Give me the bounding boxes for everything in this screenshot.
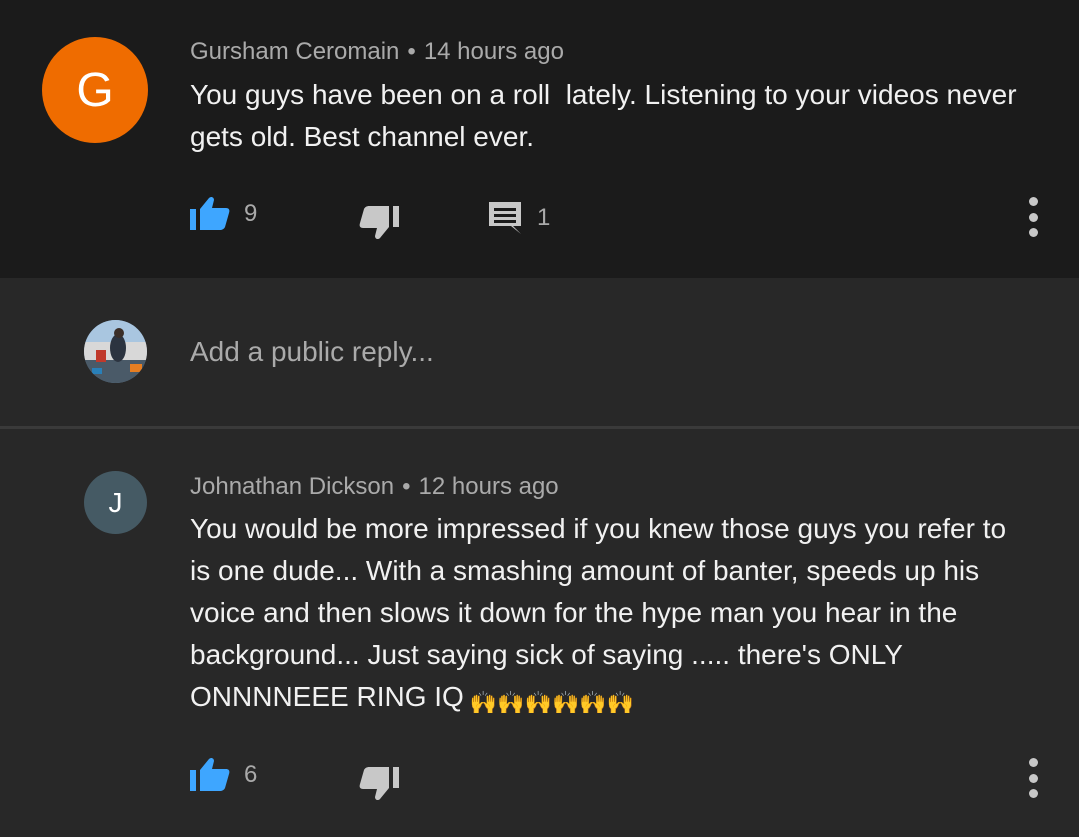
raising-hands-emoji: 🙌🙌🙌🙌🙌🙌	[469, 690, 635, 715]
avatar[interactable]: J	[84, 471, 147, 534]
comment-meta: Gursham Ceromain • 14 hours ago	[190, 38, 564, 66]
more-vert-icon[interactable]	[1027, 758, 1039, 798]
comment-time: 14 hours ago	[423, 38, 564, 65]
comment-text: You would be more impressed if you knew …	[190, 508, 1050, 724]
meta-separator: •	[407, 38, 416, 65]
dislike-button[interactable]	[358, 204, 400, 240]
dislike-button[interactable]	[358, 765, 400, 801]
comment-1: G Gursham Ceromain • 14 hours ago You guys…	[0, 0, 1079, 278]
reply-box[interactable]: Add a public reply...	[0, 278, 1079, 426]
like-button[interactable]: 9	[190, 196, 257, 232]
comment-meta: Johnathan Dickson • 12 hours ago	[190, 473, 559, 501]
avatar[interactable]	[84, 320, 147, 383]
like-count: 6	[244, 761, 258, 788]
thumb-down-icon	[359, 767, 399, 801]
thumb-down-icon	[359, 206, 399, 240]
meta-separator: •	[402, 473, 411, 500]
comment-time: 12 hours ago	[418, 473, 559, 500]
reply-input[interactable]: Add a public reply...	[190, 336, 434, 368]
reply-button[interactable]: 1	[487, 200, 550, 236]
thumb-up-icon	[190, 196, 230, 230]
comment-2: J Johnathan Dickson • 12 hours ago You wou…	[0, 429, 1079, 837]
reply-count: 1	[537, 204, 551, 231]
thumb-up-icon	[190, 757, 230, 791]
like-button[interactable]: 6	[190, 757, 257, 793]
author-name[interactable]: Johnathan Dickson	[190, 473, 394, 500]
author-name[interactable]: Gursham Ceromain	[190, 38, 399, 65]
comment-text: You guys have been on a roll lately. Lis…	[190, 79, 1017, 152]
comment-icon	[489, 202, 521, 234]
more-vert-icon[interactable]	[1027, 197, 1039, 237]
avatar[interactable]: G	[42, 37, 148, 143]
user-photo	[84, 320, 147, 383]
like-count: 9	[244, 200, 258, 227]
